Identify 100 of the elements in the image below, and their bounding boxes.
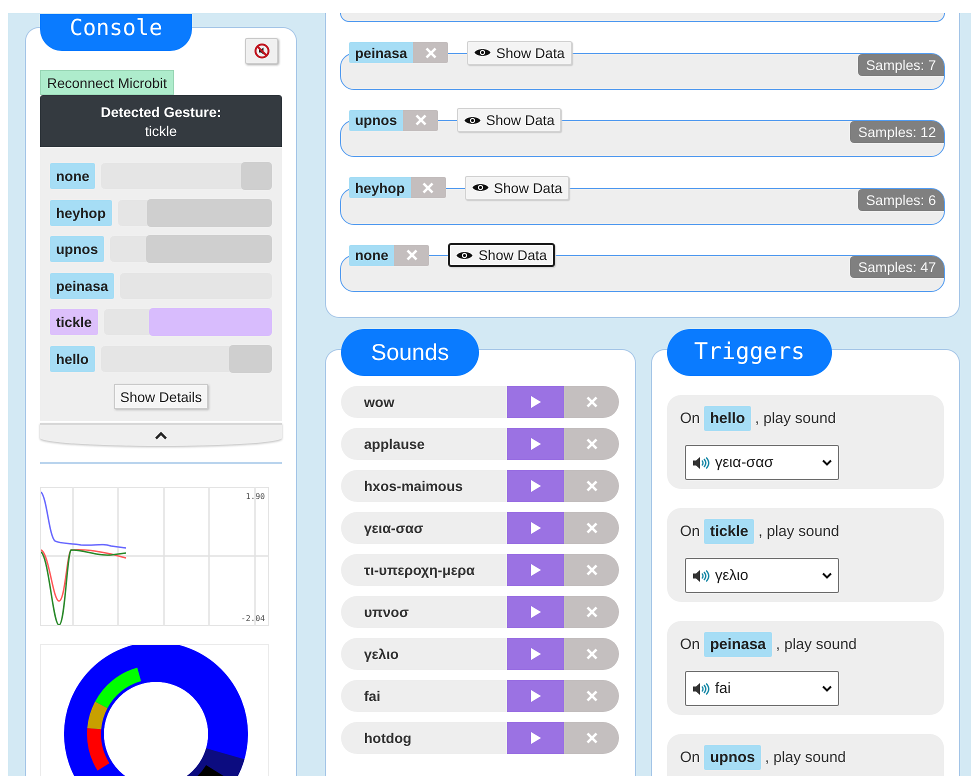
close-icon xyxy=(414,114,426,126)
close-icon xyxy=(586,648,598,660)
gesture-label: hello xyxy=(50,346,95,372)
trigger-text: , play sound xyxy=(765,749,846,766)
panel-title: Triggers xyxy=(667,329,832,376)
trigger-text: On xyxy=(680,749,700,766)
trigger-text: , play sound xyxy=(755,410,836,427)
play-button[interactable] xyxy=(507,470,564,502)
show-data-button[interactable]: Show Data xyxy=(457,108,562,132)
gesture-label: peinasa xyxy=(50,272,114,298)
trigger-text: , play sound xyxy=(758,523,840,540)
delete-button[interactable] xyxy=(564,386,619,418)
gesture-label: hello xyxy=(704,406,752,431)
samples-count: Samples: 47 xyxy=(850,256,944,278)
close-icon xyxy=(586,606,598,618)
delete-button[interactable] xyxy=(413,42,448,63)
sound-name: τι-υπεροχη-μερα xyxy=(341,554,507,586)
mute-icon xyxy=(254,43,270,59)
sound-name: fai xyxy=(341,680,507,712)
close-icon xyxy=(586,480,598,492)
reconnect-button[interactable]: Reconnect Microbit xyxy=(40,70,174,95)
play-icon xyxy=(530,437,542,451)
show-data-button[interactable]: Show Data xyxy=(467,40,572,64)
delete-button[interactable] xyxy=(564,470,619,502)
gesture-label: peinasa xyxy=(704,632,772,657)
play-button[interactable] xyxy=(507,638,564,670)
gesture-label: upnos xyxy=(704,745,762,770)
close-icon xyxy=(586,522,598,534)
delete-button[interactable] xyxy=(394,244,430,266)
close-icon xyxy=(586,732,598,744)
delete-button[interactable] xyxy=(564,512,619,544)
gesture-label: heyhop xyxy=(349,177,411,198)
detected-heading: Detected Gesture: xyxy=(100,104,222,120)
eye-icon xyxy=(464,114,481,126)
speaker-icon xyxy=(692,682,710,696)
trigger-text: On xyxy=(680,410,700,427)
play-icon xyxy=(530,689,542,703)
sound-name: applause xyxy=(341,428,507,460)
gesture-label: tickle xyxy=(50,309,98,335)
show-data-button[interactable]: Show Data xyxy=(464,176,570,200)
close-icon xyxy=(586,690,598,702)
delete-button[interactable] xyxy=(564,680,619,712)
delete-button[interactable] xyxy=(564,428,619,460)
delete-button[interactable] xyxy=(564,638,619,670)
chevron-icon xyxy=(822,459,832,466)
sound-name: hxos-maimous xyxy=(341,470,507,502)
sound-name: γελιο xyxy=(341,638,507,670)
eye-icon xyxy=(472,182,489,193)
play-button[interactable] xyxy=(507,512,564,544)
play-icon xyxy=(530,563,542,577)
play-icon xyxy=(530,395,542,409)
play-button[interactable] xyxy=(507,428,564,460)
eye-icon xyxy=(474,47,492,58)
trigger-text: On xyxy=(680,636,700,653)
sound-name: υπνοσ xyxy=(341,596,507,628)
play-button[interactable] xyxy=(507,386,564,418)
delete-button[interactable] xyxy=(564,554,619,586)
panel-title: Sounds xyxy=(341,329,479,376)
panel-title: Console xyxy=(40,14,192,51)
play-button[interactable] xyxy=(507,554,564,586)
mute-button[interactable] xyxy=(245,38,278,64)
show-data-button[interactable]: Show Data xyxy=(448,243,555,267)
samples-count: Samples: 12 xyxy=(850,121,944,143)
gesture-label: none xyxy=(349,244,394,266)
chevron-icon xyxy=(822,572,832,579)
sound-select[interactable]: fai xyxy=(685,671,839,706)
gesture-label: upnos xyxy=(50,236,104,262)
gesture-label: none xyxy=(50,163,96,189)
show-details-button[interactable]: Show Details xyxy=(114,384,208,409)
axis-label: -2.04 xyxy=(240,614,265,623)
delete-button[interactable] xyxy=(410,177,446,198)
samples-count: Samples: 6 xyxy=(858,188,944,210)
delete-button[interactable] xyxy=(564,722,619,754)
delete-button[interactable] xyxy=(403,110,438,130)
speaker-icon xyxy=(692,456,710,470)
sound-name: hotdog xyxy=(341,722,507,754)
play-button[interactable] xyxy=(507,680,564,712)
play-button[interactable] xyxy=(507,596,564,628)
detected-value: tickle xyxy=(144,122,178,138)
play-button[interactable] xyxy=(507,722,564,754)
delete-button[interactable] xyxy=(564,596,619,628)
sound-name: γεια-σασ xyxy=(341,512,507,544)
sound-select[interactable]: γελιο xyxy=(685,558,839,593)
gesture-label: upnos xyxy=(349,110,403,130)
close-icon xyxy=(586,564,598,576)
gesture-label: tickle xyxy=(704,519,754,544)
sound-select[interactable]: γεια-σασ xyxy=(685,445,839,480)
collapse-button[interactable] xyxy=(40,423,282,446)
chevron-icon xyxy=(822,685,832,692)
play-icon xyxy=(530,731,542,745)
play-icon xyxy=(530,521,542,535)
play-icon xyxy=(530,605,542,619)
play-icon xyxy=(530,479,542,493)
speaker-icon xyxy=(692,568,710,582)
samples-count: Samples: 7 xyxy=(858,54,944,76)
axis-label: 1.90 xyxy=(246,492,265,501)
play-icon xyxy=(530,647,542,661)
close-icon xyxy=(424,46,437,58)
gesture-label: peinasa xyxy=(349,42,414,63)
gesture-label: heyhop xyxy=(50,200,112,226)
